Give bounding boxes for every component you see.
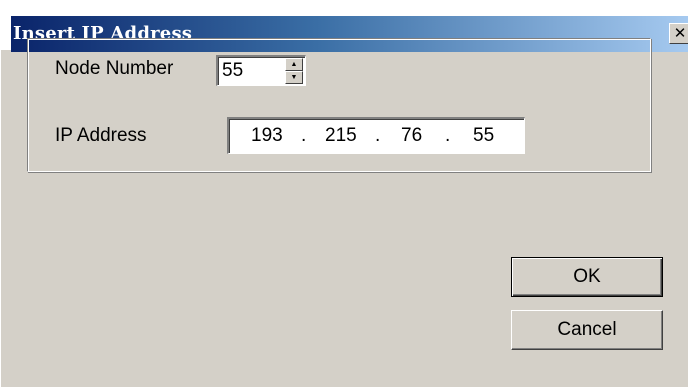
ip-address-label: IP Address (55, 125, 147, 146)
spin-buttons: ▲ ▼ (285, 58, 303, 85)
cancel-button[interactable]: Cancel (511, 310, 663, 350)
close-button[interactable]: ✕ (669, 23, 688, 44)
ip-octet-3[interactable]: 76 (401, 125, 422, 147)
cancel-button-label: Cancel (557, 319, 617, 340)
node-number-spinner[interactable]: 55 ▲ ▼ (216, 55, 306, 86)
ip-separator-2: . (375, 125, 381, 146)
node-number-value[interactable]: 55 (222, 60, 243, 82)
spin-down-arrow-icon: ▼ (290, 74, 298, 81)
close-icon: ✕ (673, 24, 687, 42)
ip-octet-1[interactable]: 193 (251, 125, 283, 147)
insert-ip-address-dialog: Insert IP Address ✕ Node Number 55 ▲ ▼ I… (0, 0, 688, 387)
spin-up-arrow-icon: ▲ (290, 61, 298, 68)
ip-octet-2[interactable]: 215 (325, 125, 357, 147)
ok-button[interactable]: OK (511, 257, 663, 297)
spin-up-button[interactable]: ▲ (285, 58, 303, 71)
node-number-label: Node Number (55, 58, 174, 79)
spin-down-button[interactable]: ▼ (285, 71, 303, 84)
ip-octet-4[interactable]: 55 (473, 125, 494, 147)
ip-address-input[interactable]: 193 . 215 . 76 . 55 (227, 117, 525, 154)
ip-separator-3: . (445, 125, 451, 146)
ok-button-label: OK (573, 266, 601, 287)
ip-separator-1: . (301, 125, 307, 146)
